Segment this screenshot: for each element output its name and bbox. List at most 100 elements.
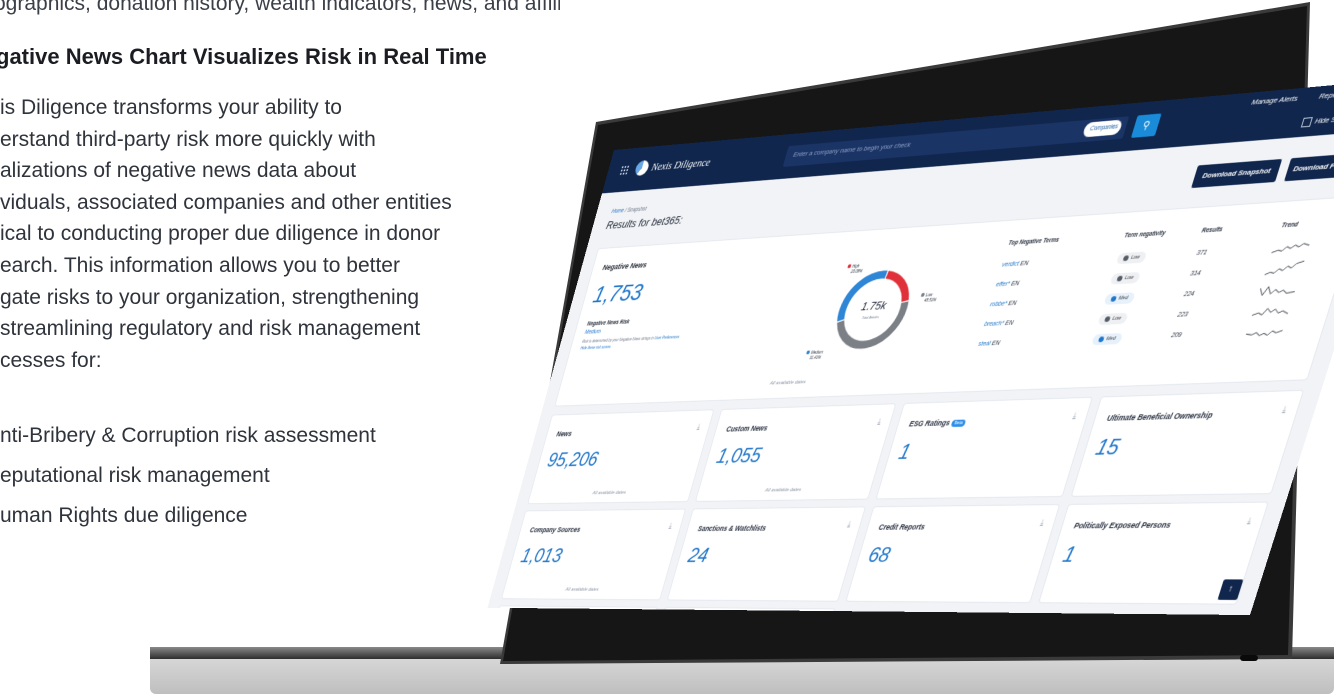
download-icon[interactable]: ⤓	[876, 417, 883, 427]
card-title: Ultimate Beneficial Ownership	[1106, 410, 1214, 422]
download-icon[interactable]: ⤓	[668, 521, 673, 530]
card-credit[interactable]: Credit Reports 68 ⤓	[846, 505, 1060, 603]
manage-alerts-link[interactable]: Manage Alerts	[1250, 94, 1299, 107]
slice-percent-medium: 31.41%	[809, 355, 822, 360]
hide-risk-scores-link[interactable]: Hide these risk scores	[580, 345, 611, 351]
brand-name: Nexis Diligence	[650, 155, 713, 174]
card-value[interactable]: 1	[1060, 543, 1079, 568]
breadcrumb-home[interactable]: Home	[611, 208, 625, 215]
hide-snapshot-toggle[interactable]: Hide Snapshot view	[1300, 112, 1334, 128]
card-esg[interactable]: ESG Ratings Beta 1 ⤓	[876, 397, 1092, 499]
bullet-item: eputational risk management	[0, 464, 270, 487]
nexis-logo-icon	[633, 159, 651, 177]
report-builder-link[interactable]: Report Builder	[1318, 88, 1334, 101]
apps-grid-icon[interactable]	[618, 164, 631, 176]
download-icon[interactable]: ⤓	[1246, 516, 1253, 526]
negativity-dot	[1122, 254, 1130, 261]
paragraph-line: ical to conducting proper due diligence …	[0, 222, 441, 246]
card-value[interactable]: 68	[865, 544, 894, 568]
card-title: ESG Ratings Beta	[908, 418, 967, 428]
card-value[interactable]: 24	[685, 544, 712, 568]
download-icon[interactable]: ⤓	[1071, 411, 1078, 421]
paragraph-line: viduals, associated companies and other …	[0, 190, 452, 214]
col-header-negativity: Term negativity	[1123, 230, 1167, 240]
card-custom-news[interactable]: Custom News 1,055 ⤓ All available dates	[695, 404, 896, 501]
section-heading: gative News Chart Visualizes Risk in Rea…	[0, 44, 487, 69]
negative-news-count[interactable]: 1,753	[590, 279, 645, 308]
card-title-text: Politically Exposed Persons	[1072, 520, 1172, 531]
paragraph-line: cesses for:	[0, 348, 102, 372]
term-rows: verdict EN Low 371 effer* EN Low 314 robbe* EN…	[599, 196, 1334, 348]
term-results[interactable]: 224	[1183, 291, 1195, 298]
card-value[interactable]: 15	[1092, 435, 1123, 461]
trend-line	[1252, 307, 1290, 315]
term-lang: EN	[1004, 320, 1015, 327]
card-value[interactable]: 1,055	[714, 444, 764, 469]
risk-value: Medium	[584, 328, 602, 336]
term-name[interactable]: verdict EN	[1001, 260, 1029, 268]
term-results[interactable]: 223	[1177, 312, 1189, 319]
card-company-sources[interactable]: Company Sources 1,013 ⤓ All available dates	[501, 509, 686, 600]
negativity-pill: Low	[1115, 251, 1148, 265]
negativity-pill: Low	[1109, 271, 1142, 285]
term-lang: EN	[990, 340, 1001, 347]
download-icon[interactable]: ⤓	[1281, 404, 1288, 415]
breadcrumb: Home / Snapshot	[611, 206, 647, 215]
card-value[interactable]: 1	[896, 440, 913, 465]
term-lang: EN	[1007, 300, 1018, 308]
checkbox[interactable]	[1300, 117, 1313, 128]
card-value[interactable]: 1,013	[518, 545, 565, 568]
trend-sparkline	[1271, 240, 1311, 256]
term-lang: EN	[1019, 260, 1030, 268]
negativity-label: Low	[1130, 254, 1141, 261]
paragraph-line: erstand third-party risk more quickly wi…	[0, 127, 376, 151]
term-results[interactable]: 314	[1189, 270, 1201, 277]
user-preferences-link[interactable]: User Preferences	[654, 335, 680, 340]
term-text[interactable]: breach*	[983, 321, 1004, 328]
search-placeholder: Enter a company name to begin your check	[792, 140, 912, 159]
negativity-label: Med	[1105, 336, 1117, 342]
search-scope-select[interactable]: Companies ⌄	[1081, 119, 1124, 138]
term-lang: EN	[1010, 280, 1020, 288]
trend-sparkline	[1251, 303, 1291, 318]
card-value[interactable]: 95,206	[545, 448, 601, 472]
download-snapshot-button[interactable]: Download Snapshot	[1191, 158, 1283, 189]
beta-badge: Beta	[951, 419, 967, 427]
trend-sparkline	[1264, 261, 1304, 276]
card-title: Company Sources	[529, 525, 581, 534]
card-title: Sanctions & Watchlists	[697, 524, 767, 533]
risk-note: Risk is determined by your Negative News…	[582, 335, 680, 344]
card-news[interactable]: News 95,206 ⤓ All available dates	[528, 410, 714, 504]
bullet-list: nti-Bribery & Corruption risk assessment…	[0, 424, 376, 544]
term-results[interactable]: 371	[1196, 250, 1208, 257]
download-icon[interactable]: ⤓	[846, 520, 853, 530]
card-footer: All available dates	[591, 490, 627, 496]
trend-line	[1265, 261, 1305, 275]
card-title-text: Sanctions & Watchlists	[696, 523, 768, 533]
card-ubo[interactable]: Ultimate Beneficial Ownership 15 ⤓	[1071, 390, 1303, 496]
negativity-label: Med	[1117, 295, 1129, 302]
term-name[interactable]: robbe* EN	[989, 300, 1017, 308]
paragraph-line: earch. This information allows you to be…	[0, 253, 400, 277]
negativity-pill: Low	[1097, 312, 1129, 326]
term-text[interactable]: steal	[977, 341, 991, 348]
card-title-text: Company Sources	[529, 525, 582, 534]
bullet-item: nti-Bribery & Corruption risk assessment	[0, 424, 376, 447]
download-icon[interactable]: ⤓	[1039, 518, 1045, 528]
download-icon[interactable]: ⤓	[696, 422, 701, 431]
term-name[interactable]: steal EN	[977, 340, 1000, 347]
card-sanctions[interactable]: Sanctions & Watchlists 24 ⤓	[667, 507, 865, 601]
term-text[interactable]: verdict	[1001, 261, 1020, 268]
term-name[interactable]: effer* EN	[995, 281, 1020, 289]
negativity-pill: Med	[1091, 332, 1123, 346]
negativity-dot	[1116, 275, 1124, 282]
search-button[interactable]: ⚲	[1130, 113, 1162, 138]
negative-news-footer: All available dates	[769, 379, 807, 387]
negativity-dot	[1098, 336, 1105, 342]
trend-line	[1258, 285, 1297, 295]
term-results[interactable]: 209	[1170, 332, 1182, 339]
download-full-report-button[interactable]: Download Full Report	[1284, 151, 1334, 182]
term-text[interactable]: robbe*	[989, 301, 1008, 308]
term-text[interactable]: effer*	[995, 281, 1010, 288]
term-name[interactable]: breach* EN	[983, 320, 1014, 328]
